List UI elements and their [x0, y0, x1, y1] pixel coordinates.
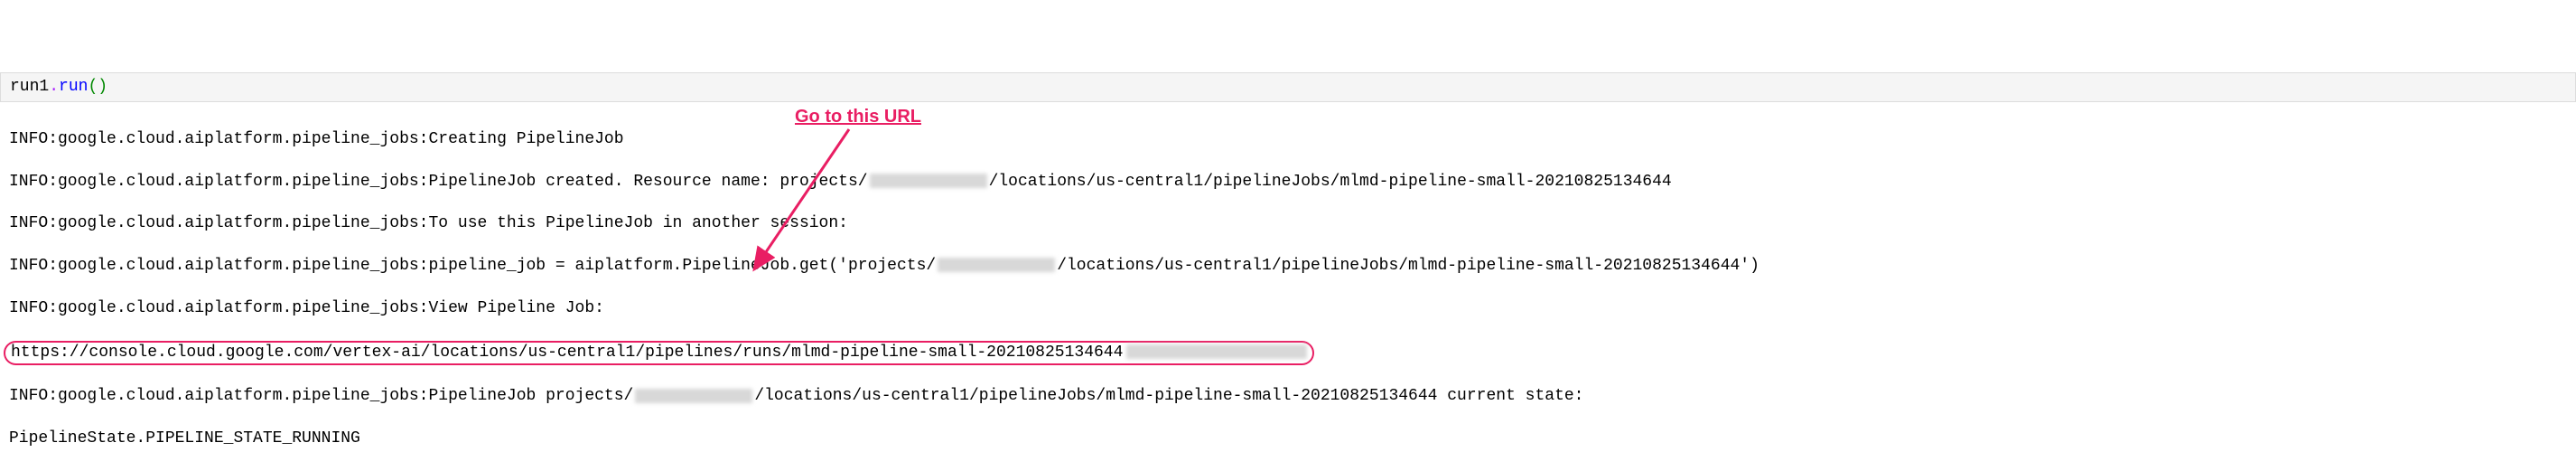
log-line: INFO:google.cloud.aiplatform.pipeline_jo… — [9, 256, 2567, 277]
log-line: INFO:google.cloud.aiplatform.pipeline_jo… — [9, 213, 2567, 234]
highlighted-url-oval: https://console.cloud.google.com/vertex-… — [4, 341, 1314, 365]
redacted-query-params — [1126, 344, 1307, 359]
redacted-project-id — [870, 174, 987, 188]
code-parens: () — [88, 78, 107, 96]
output-area: INFO:google.cloud.aiplatform.pipeline_jo… — [0, 106, 2576, 471]
log-line: INFO:google.cloud.aiplatform.pipeline_jo… — [9, 172, 2567, 193]
code-input-cell: run1.run() — [0, 72, 2576, 102]
log-line-state: PipelineState.PIPELINE_STATE_RUNNING — [9, 429, 2567, 449]
pipeline-url-link[interactable]: https://console.cloud.google.com/vertex-… — [11, 344, 1123, 362]
code-object: run1 — [10, 78, 49, 96]
code-method: run — [59, 78, 88, 96]
code-dot: . — [49, 78, 59, 96]
log-line: INFO:google.cloud.aiplatform.pipeline_jo… — [9, 129, 2567, 150]
annotation-label: Go to this URL — [795, 105, 921, 128]
url-log-line: https://console.cloud.google.com/vertex-… — [9, 341, 2567, 365]
redacted-project-id — [938, 258, 1055, 272]
log-line: INFO:google.cloud.aiplatform.pipeline_jo… — [9, 298, 2567, 319]
log-line: INFO:google.cloud.aiplatform.pipeline_jo… — [9, 386, 2567, 407]
redacted-project-id — [635, 389, 752, 403]
